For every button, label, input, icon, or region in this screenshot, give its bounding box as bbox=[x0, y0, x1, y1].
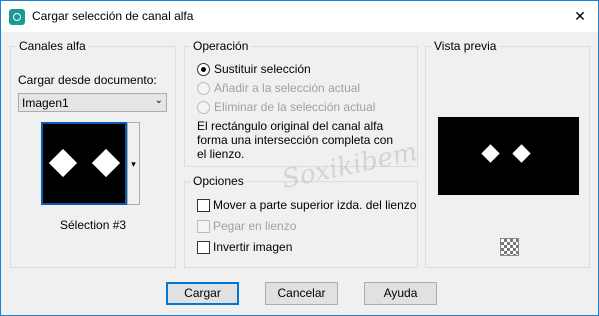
help-button[interactable]: Ayuda bbox=[364, 282, 437, 305]
document-select-value: Imagen1 bbox=[22, 96, 69, 110]
canales-alfa-title: Canales alfa bbox=[17, 39, 88, 53]
cancel-button[interactable]: Cancelar bbox=[265, 282, 338, 305]
alpha-channel-thumbnail[interactable] bbox=[41, 122, 127, 205]
close-button[interactable]: ✕ bbox=[568, 5, 592, 27]
radio-add-label[interactable]: Añadir a la selección actual bbox=[214, 81, 360, 95]
radio-replace-label[interactable]: Sustituir selección bbox=[214, 62, 311, 76]
diamond-shape bbox=[512, 144, 531, 163]
checkbox-move-top-left[interactable] bbox=[197, 199, 210, 212]
diamond-shape bbox=[481, 144, 500, 163]
checkbox-paste-canvas-label[interactable]: Pegar en lienzo bbox=[213, 219, 296, 233]
vista-previa-title: Vista previa bbox=[432, 39, 499, 53]
opciones-title: Opciones bbox=[191, 174, 246, 188]
load-button[interactable]: Cargar bbox=[166, 282, 239, 305]
diamond-shape bbox=[91, 148, 121, 178]
chevron-down-icon: ⌄ bbox=[154, 95, 163, 106]
checkbox-invert-image-label[interactable]: Invertir imagen bbox=[213, 240, 292, 254]
diamond-shape bbox=[48, 148, 78, 178]
operation-description: El rectángulo original del canal alfa fo… bbox=[197, 119, 394, 161]
dialog-title: Cargar selección de canal alfa bbox=[32, 9, 194, 23]
preview-canvas bbox=[438, 117, 579, 195]
document-select[interactable]: Imagen1 ⌄ bbox=[18, 93, 167, 112]
radio-replace[interactable] bbox=[197, 63, 210, 76]
title-bar: Cargar selección de canal alfa ✕ bbox=[1, 1, 598, 32]
checkbox-invert-image[interactable] bbox=[197, 241, 210, 254]
radio-add[interactable] bbox=[197, 82, 210, 95]
app-icon bbox=[9, 9, 25, 25]
zoom-preview-icon[interactable] bbox=[500, 238, 519, 256]
dialog-window: Cargar selección de canal alfa ✕ Canales… bbox=[0, 0, 599, 316]
checkbox-move-top-left-label[interactable]: Mover a parte superior izda. del lienzo bbox=[213, 198, 416, 212]
thumbnail-dropdown-button[interactable]: ▾ bbox=[127, 122, 140, 205]
radio-remove[interactable] bbox=[197, 101, 210, 114]
operacion-title: Operación bbox=[191, 39, 251, 53]
checkbox-paste-canvas[interactable] bbox=[197, 220, 210, 233]
selection-name: Sélection #3 bbox=[60, 218, 127, 232]
load-from-label: Cargar desde documento: bbox=[18, 73, 157, 87]
radio-remove-label[interactable]: Eliminar de la selección actual bbox=[214, 100, 375, 114]
